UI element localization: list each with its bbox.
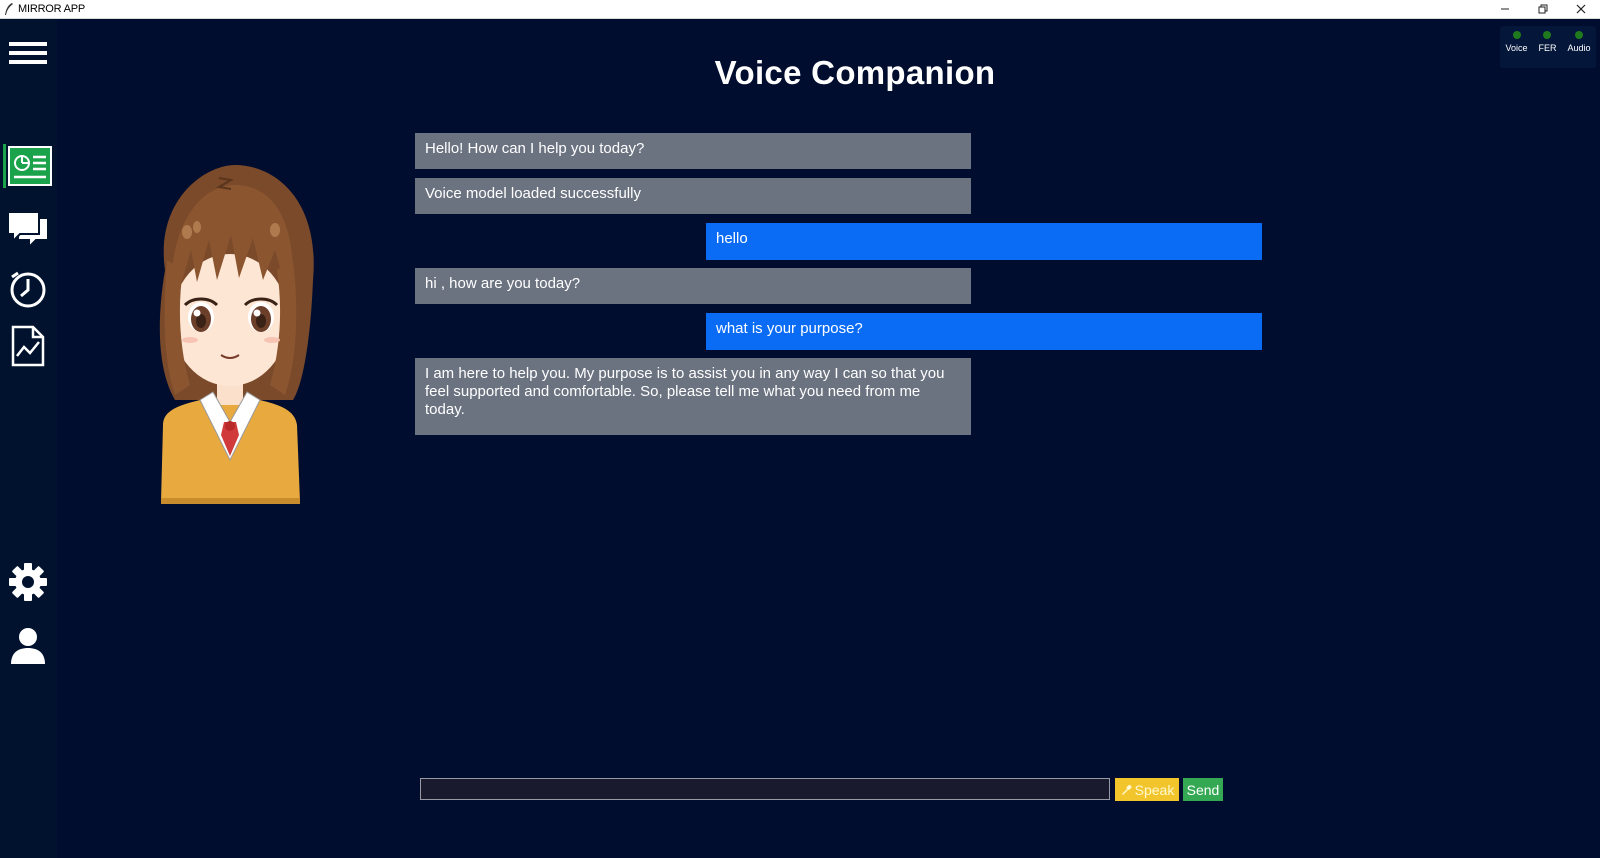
message-bot: I am here to help you. My purpose is to … [415,358,971,435]
restore-button[interactable] [1524,0,1562,18]
restore-icon [1538,4,1548,14]
sidebar-item-dashboard[interactable] [3,144,54,188]
dashboard-icon [8,146,52,186]
status-voice: Voice [1505,26,1528,53]
window-titlebar: MIRROR APP [0,0,1600,19]
window-controls [1486,0,1600,18]
status-dot-voice [1512,31,1521,39]
companion-avatar [159,165,314,504]
message-user: hello [706,223,1262,260]
sidebar [0,19,57,858]
sidebar-item-history[interactable] [5,266,51,312]
status-label-audio: Audio [1567,43,1591,53]
user-profile-icon [11,628,45,664]
composer: Speak Send [420,778,1223,802]
close-icon [1576,4,1586,14]
chat-icon [7,211,49,250]
window-title: MIRROR APP [18,3,86,15]
message-bot: Hello! How can I help you today? [415,133,971,169]
minimize-button[interactable] [1486,0,1524,18]
message-text: hi , how are you today? [425,275,581,292]
message-user: what is your purpose? [706,313,1262,350]
app-feather-icon [5,3,13,15]
message-text: I am here to help you. My purpose is to … [425,365,945,418]
message-bot: hi , how are you today? [415,268,971,304]
status-fer: FER [1538,26,1556,53]
sidebar-item-settings[interactable] [5,559,51,605]
page-title: Voice Companion [714,54,996,91]
sidebar-item-profile[interactable] [5,623,51,669]
report-chart-icon [11,325,45,367]
message-text: what is your purpose? [716,320,863,337]
message-text: Voice model loaded successfully [425,185,641,202]
send-button[interactable]: Send [1183,778,1223,801]
speak-button[interactable]: Speak [1115,778,1179,801]
sidebar-item-chat[interactable] [5,207,51,253]
message-input[interactable] [420,778,1110,800]
message-text: hello [716,230,748,247]
microphone-icon [1121,784,1131,795]
close-button[interactable] [1562,0,1600,18]
history-clock-icon [10,271,46,308]
status-indicators: Voice FER Audio [1500,26,1596,68]
sidebar-item-reports[interactable] [5,323,51,369]
message-bot: Voice model loaded successfully [415,178,971,214]
minimize-icon [1501,8,1509,10]
speak-label: Speak [1134,781,1175,798]
settings-gear-icon [9,563,47,601]
status-label-voice: Voice [1505,43,1528,53]
status-label-fer: FER [1538,43,1557,53]
status-audio: Audio [1567,26,1590,53]
status-dot-fer [1543,31,1552,39]
status-dot-audio [1574,31,1583,39]
message-text: Hello! How can I help you today? [425,140,645,157]
